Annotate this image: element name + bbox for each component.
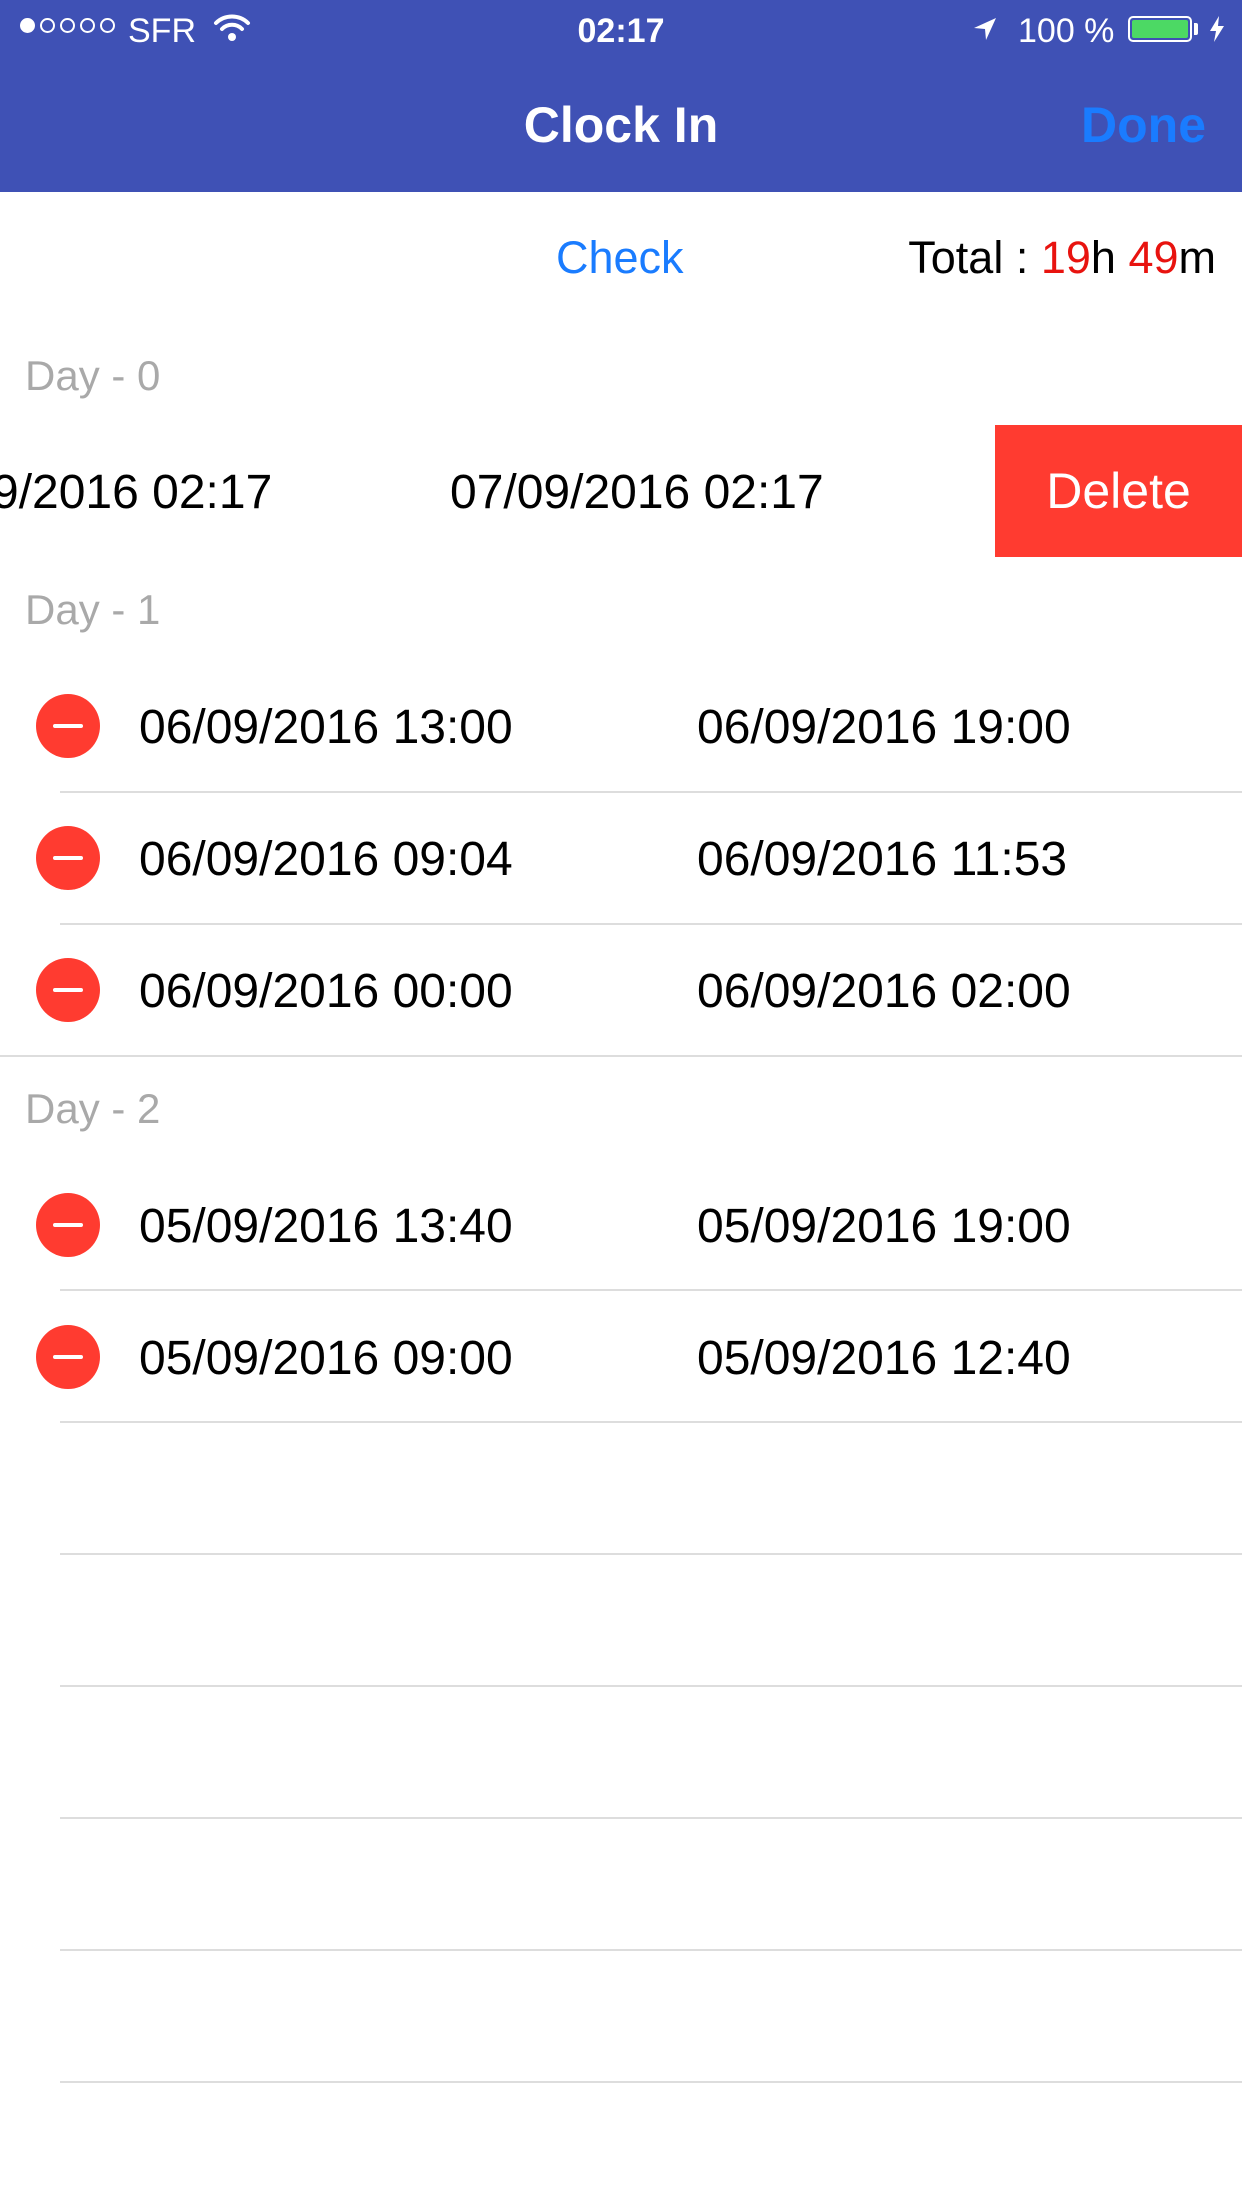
battery-icon xyxy=(1128,16,1192,42)
delete-circle-icon[interactable] xyxy=(36,694,100,758)
start-time: 05/09/2016 09:00 xyxy=(139,1332,513,1385)
charging-bolt-icon xyxy=(1210,16,1224,42)
table-row[interactable]: 9/2016 02:17 07/09/2016 02:17 Delete xyxy=(0,425,1242,557)
done-button[interactable]: Done xyxy=(1081,96,1206,154)
end-time: 05/09/2016 12:40 xyxy=(697,1332,1071,1385)
minutes-unit: m xyxy=(1178,232,1217,283)
section-header-day-1: Day - 1 xyxy=(25,586,161,633)
table-row[interactable]: 06/09/2016 00:00 06/09/2016 02:00 xyxy=(0,924,1242,1056)
delete-circle-icon[interactable] xyxy=(36,1325,100,1389)
start-time: 06/09/2016 09:04 xyxy=(139,833,513,886)
total-label: Total : xyxy=(908,232,1041,283)
start-time: 9/2016 02:17 xyxy=(0,466,273,519)
battery-level-fill xyxy=(1132,20,1188,38)
row-divider xyxy=(60,1421,1242,1423)
section-divider xyxy=(0,1055,1242,1057)
empty-row-divider xyxy=(60,1553,1242,1555)
delete-circle-icon[interactable] xyxy=(36,1193,100,1257)
table-row[interactable]: 06/09/2016 09:04 06/09/2016 11:53 xyxy=(0,792,1242,924)
battery-percentage: 100 % xyxy=(1018,12,1115,50)
end-time: 06/09/2016 02:00 xyxy=(697,965,1071,1018)
clock-in-screen: SFR 02:17 100 % Clock In Done Check Tota… xyxy=(0,0,1242,2208)
start-time: 05/09/2016 13:40 xyxy=(139,1200,513,1253)
hours-unit: h xyxy=(1090,232,1129,283)
end-time: 06/09/2016 19:00 xyxy=(697,701,1071,754)
total-time: Total : 19h 49m xyxy=(908,232,1216,284)
table-row[interactable]: 05/09/2016 09:00 05/09/2016 12:40 xyxy=(0,1291,1242,1423)
status-bar: SFR 02:17 100 % xyxy=(0,0,1242,60)
location-arrow-icon xyxy=(974,18,996,40)
empty-row-divider xyxy=(60,1685,1242,1687)
delete-circle-icon[interactable] xyxy=(36,826,100,890)
start-time: 06/09/2016 00:00 xyxy=(139,965,513,1018)
battery-tip xyxy=(1194,23,1198,35)
check-button[interactable]: Check xyxy=(556,232,684,284)
section-header-day-2: Day - 2 xyxy=(25,1085,161,1132)
end-time: 06/09/2016 11:53 xyxy=(697,833,1068,886)
empty-row-divider xyxy=(60,2081,1242,2083)
table-row[interactable]: 06/09/2016 13:00 06/09/2016 19:00 xyxy=(0,660,1242,792)
total-hours: 19 xyxy=(1040,232,1091,283)
end-time: 07/09/2016 02:17 xyxy=(450,466,824,519)
end-time: 05/09/2016 19:00 xyxy=(697,1200,1071,1253)
empty-row-divider xyxy=(60,1817,1242,1819)
navigation-bar: SFR 02:17 100 % Clock In Done xyxy=(0,0,1242,192)
total-minutes: 49 xyxy=(1128,232,1179,283)
delete-button[interactable]: Delete xyxy=(995,425,1242,557)
start-time: 06/09/2016 13:00 xyxy=(139,701,513,754)
table-row[interactable]: 05/09/2016 13:40 05/09/2016 19:00 xyxy=(0,1159,1242,1291)
empty-row-divider xyxy=(60,1949,1242,1951)
delete-circle-icon[interactable] xyxy=(36,958,100,1022)
section-header-day-0: Day - 0 xyxy=(25,352,161,399)
page-title: Clock In xyxy=(523,97,719,153)
